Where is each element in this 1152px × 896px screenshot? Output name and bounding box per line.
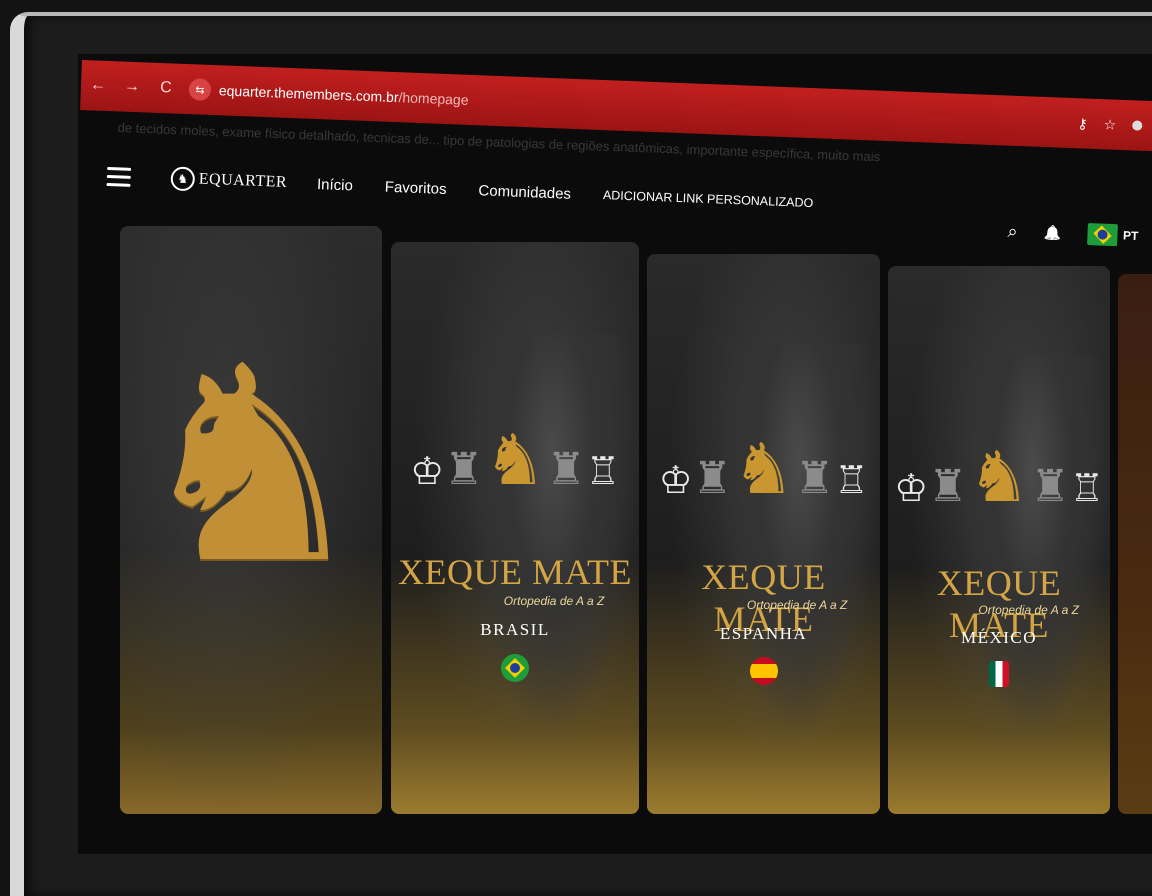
banner-card: ♞ bbox=[120, 226, 382, 814]
chess-pieces-graphic: ♔♜♞♜♖ bbox=[647, 428, 880, 510]
grey-rook-icon: ♜ bbox=[546, 445, 586, 495]
white-rook-icon: ♖ bbox=[834, 459, 869, 502]
white-rook-icon: ♖ bbox=[1069, 467, 1104, 510]
forward-icon[interactable]: → bbox=[115, 77, 150, 96]
white-rook-icon: ♖ bbox=[585, 451, 620, 494]
spain-flag-icon bbox=[749, 657, 778, 686]
gold-knight-icon: ♞ bbox=[967, 437, 1031, 516]
course-subtitle: Ortopedia de A a Z bbox=[746, 598, 848, 613]
grey-rook-icon: ♜ bbox=[928, 461, 968, 511]
url-path: /homepage bbox=[398, 89, 469, 108]
site-settings-icon[interactable]: ⇆ bbox=[188, 78, 212, 101]
brazil-flag-icon bbox=[501, 653, 529, 682]
hamburger-menu-icon[interactable] bbox=[106, 161, 132, 191]
back-icon[interactable]: ← bbox=[81, 76, 116, 95]
course-subtitle: Ortopedia de A a Z bbox=[503, 593, 605, 608]
reload-icon[interactable]: C bbox=[149, 79, 184, 98]
bell-icon[interactable]: 🔔 bbox=[1043, 224, 1061, 242]
grey-rook-icon: ♜ bbox=[1030, 461, 1070, 511]
brazil-flag-icon[interactable] bbox=[1086, 223, 1118, 247]
presenter-photo bbox=[465, 333, 639, 734]
course-subtitle: Ortopedia de A a Z bbox=[978, 603, 1079, 618]
white-king-icon: ♔ bbox=[658, 459, 693, 502]
presenter-photo bbox=[716, 343, 880, 736]
gold-knight-icon: ♞ bbox=[129, 315, 373, 617]
profile-avatar[interactable] bbox=[1132, 119, 1143, 131]
address-bar-actions: ⚷ ☆ bbox=[1077, 115, 1152, 135]
course-title: XEQUE MATE bbox=[398, 551, 632, 592]
chess-pieces-graphic: ♔♜♞♜♖ bbox=[391, 419, 639, 501]
logo-text: EQUARTER bbox=[198, 170, 288, 191]
bookmark-star-icon[interactable]: ☆ bbox=[1103, 116, 1116, 133]
presenter-photo bbox=[954, 353, 1110, 738]
course-country: ESPANHA bbox=[719, 623, 808, 643]
grey-rook-icon: ♜ bbox=[444, 445, 484, 495]
partial-next-card[interactable] bbox=[1118, 274, 1152, 814]
screen: ← → C ⇆ equarter.themembers.com.br/homep… bbox=[78, 54, 1152, 854]
url-domain: equarter.themembers.com.br bbox=[218, 82, 399, 106]
course-card-brasil[interactable]: ♔♜♞♜♖ XEQUE MATE Ortopedia de A a Z BRAS… bbox=[391, 242, 639, 814]
grey-rook-icon: ♜ bbox=[692, 453, 733, 503]
mexico-flag-icon bbox=[989, 660, 1009, 687]
white-king-icon: ♔ bbox=[410, 451, 445, 494]
monitor-frame: ← → C ⇆ equarter.themembers.com.br/homep… bbox=[10, 12, 1152, 896]
nav-comunidades[interactable]: Comunidades bbox=[478, 182, 571, 203]
course-country: BRASIL bbox=[480, 619, 550, 639]
language-label[interactable]: PT bbox=[1123, 228, 1139, 243]
site-logo[interactable]: ♞ EQUARTER bbox=[170, 166, 287, 194]
nav-favoritos[interactable]: Favoritos bbox=[385, 178, 447, 197]
url-field[interactable]: equarter.themembers.com.br/homepage bbox=[219, 82, 469, 108]
grey-rook-icon: ♜ bbox=[794, 453, 835, 503]
password-key-icon[interactable]: ⚷ bbox=[1077, 115, 1088, 132]
nav-adicionar-link[interactable]: ADICIONAR LINK PERSONALIZADO bbox=[603, 188, 814, 210]
course-card-espanha[interactable]: ♔♜♞♜♖ XEQUE MATE Ortopedia de A a Z ESPA… bbox=[647, 254, 880, 814]
header-actions: ⌕ 🔔 PT bbox=[1007, 220, 1139, 247]
knight-logo-icon: ♞ bbox=[170, 166, 196, 192]
course-country: MÉXICO bbox=[960, 627, 1038, 647]
chess-pieces-graphic: ♔♜♞♜♖ bbox=[888, 436, 1110, 518]
gold-knight-icon: ♞ bbox=[483, 421, 547, 500]
gold-knight-icon: ♞ bbox=[732, 429, 795, 508]
course-card-mexico[interactable]: ♔♜♞♜♖ XEQUE MATE Ortopedia de A a Z MÉXI… bbox=[888, 266, 1110, 814]
search-icon[interactable]: ⌕ bbox=[1007, 220, 1018, 241]
white-king-icon: ♔ bbox=[894, 467, 929, 510]
nav-inicio[interactable]: Início bbox=[317, 176, 353, 194]
